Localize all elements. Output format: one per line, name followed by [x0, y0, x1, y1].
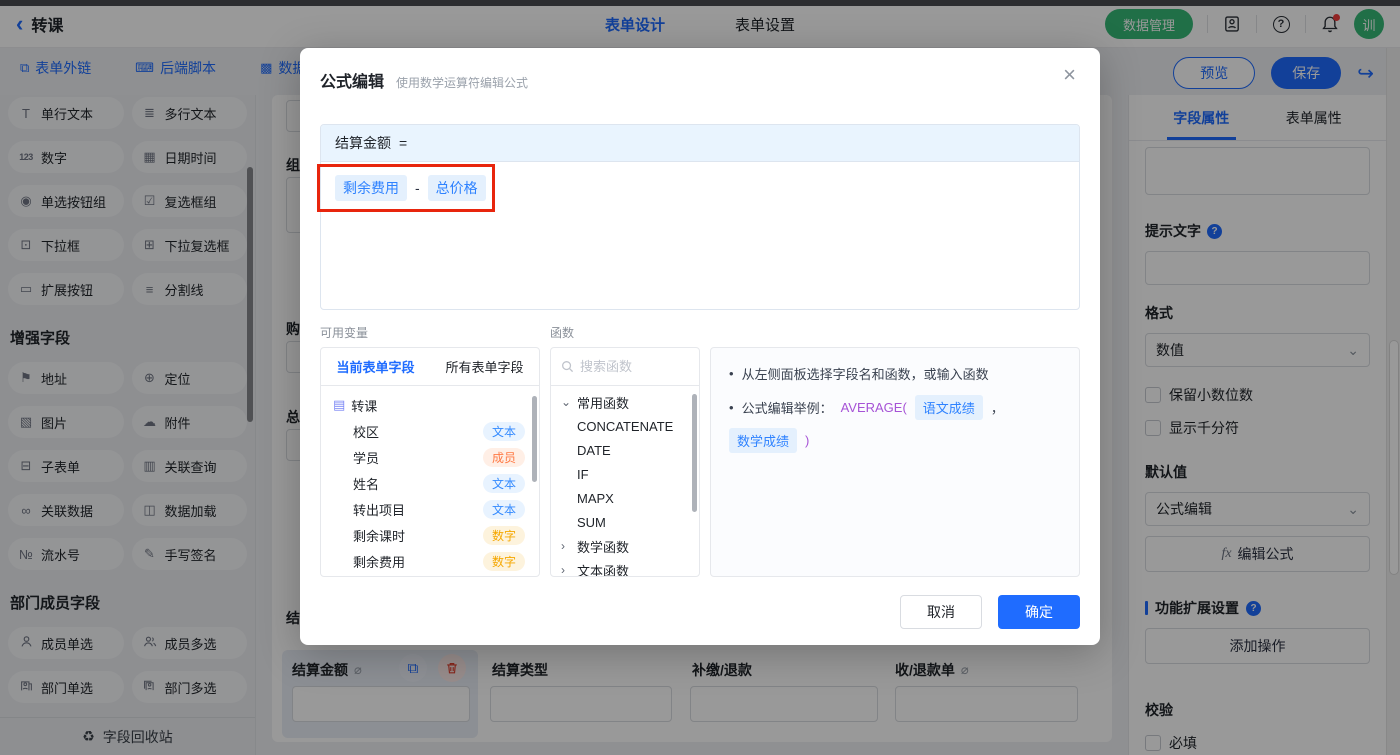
formula-target-row: 结算金额 =	[321, 125, 1079, 162]
equals-sign: =	[399, 135, 407, 151]
variable-row[interactable]: 校区 文本	[321, 418, 539, 444]
function-item[interactable]: MAPX	[551, 486, 699, 510]
chevron-right-icon: ›	[561, 539, 571, 553]
functions-panel: ⌄ 常用函数 CONCATENATE DATE IF MAPX SUM › 数学…	[550, 347, 700, 577]
example-field-chip: 数学成绩	[729, 428, 797, 453]
group-label: 数学函数	[577, 537, 629, 556]
variable-type-badge: 数字	[483, 552, 525, 571]
bullet: •	[729, 366, 734, 381]
form-name: 转课	[351, 396, 377, 415]
modal-subtitle: 使用数学运算符编辑公式	[396, 74, 528, 91]
close-icon[interactable]: ×	[1063, 64, 1076, 86]
variable-name: 转出项目	[353, 500, 405, 519]
example-function-close: )	[805, 433, 809, 448]
variables-scrollbar[interactable]	[532, 396, 537, 482]
group-label: 常用函数	[577, 393, 629, 412]
function-group-common[interactable]: ⌄ 常用函数	[551, 390, 699, 414]
formula-token-left[interactable]: 剩余费用	[335, 175, 407, 201]
search-icon	[561, 360, 574, 373]
document-icon: ▤	[333, 397, 345, 413]
variable-type-badge: 文本	[483, 500, 525, 519]
confirm-button[interactable]: 确定	[998, 595, 1080, 629]
formula-help-panel: • 从左侧面板选择字段名和函数，或输入函数 • 公式编辑举例： AVERAGE(…	[710, 347, 1080, 577]
help-example-prefix: 公式编辑举例：	[742, 398, 833, 417]
variable-name: 学员	[353, 448, 379, 467]
function-item[interactable]: DATE	[551, 438, 699, 462]
cancel-button[interactable]: 取消	[900, 595, 982, 629]
variable-name: 姓名	[353, 474, 379, 493]
variable-row[interactable]: 学员 成员	[321, 444, 539, 470]
help-text: 从左侧面板选择字段名和函数，或输入函数	[742, 364, 989, 383]
variable-name: 剩余课时	[353, 526, 405, 545]
example-field-chip: 语文成绩	[915, 395, 983, 420]
minus-operator: -	[415, 180, 420, 196]
function-item[interactable]: SUM	[551, 510, 699, 534]
functions-scrollbar[interactable]	[692, 394, 697, 512]
chevron-down-icon: ⌄	[561, 395, 571, 409]
function-search-input[interactable]	[580, 359, 680, 374]
variable-type-badge: 文本	[483, 422, 525, 441]
tab-current-form-fields[interactable]: 当前表单字段	[321, 357, 430, 376]
function-item[interactable]: CONCATENATE	[551, 414, 699, 438]
variable-row[interactable]: 姓名 文本	[321, 470, 539, 496]
modal-title: 公式编辑	[320, 68, 384, 92]
variable-type-badge: 成员	[483, 448, 525, 467]
formula-editor-area[interactable]: 结算金额 = 剩余费用 - 总价格	[320, 124, 1080, 310]
form-tree-root[interactable]: ▤ 转课	[321, 392, 539, 418]
group-label: 文本函数	[577, 561, 629, 578]
tab-all-form-fields[interactable]: 所有表单字段	[430, 357, 539, 376]
formula-target-field: 结算金额	[335, 133, 391, 153]
variable-row[interactable]: 剩余费用 数字	[321, 548, 539, 574]
function-group-math[interactable]: › 数学函数	[551, 534, 699, 558]
variable-name: 剩余费用	[353, 552, 405, 571]
formula-expression[interactable]: 剩余费用 - 总价格	[321, 162, 1079, 214]
functions-label: 函数	[550, 324, 574, 341]
variable-name: 校区	[353, 422, 379, 441]
function-item[interactable]: IF	[551, 462, 699, 486]
function-search[interactable]	[551, 348, 699, 386]
variable-type-badge: 文本	[483, 474, 525, 493]
variables-label: 可用变量	[320, 324, 550, 341]
chevron-right-icon: ›	[561, 563, 571, 577]
variable-row[interactable]: 转出项目 文本	[321, 496, 539, 522]
formula-token-right[interactable]: 总价格	[428, 175, 486, 201]
bullet: •	[729, 400, 734, 415]
example-function-open: AVERAGE(	[841, 400, 907, 415]
function-group-text[interactable]: › 文本函数	[551, 558, 699, 577]
formula-editor-modal: 公式编辑 使用数学运算符编辑公式 × 结算金额 = 剩余费用 - 总价格 可用变…	[300, 48, 1100, 645]
example-comma: ，	[991, 398, 1004, 417]
variable-row[interactable]: 剩余课时 数字	[321, 522, 539, 548]
variable-type-badge: 数字	[483, 526, 525, 545]
variables-panel: 当前表单字段 所有表单字段 ▤ 转课 校区文本 学员成员 姓名文本 转出项目文本…	[320, 347, 540, 577]
